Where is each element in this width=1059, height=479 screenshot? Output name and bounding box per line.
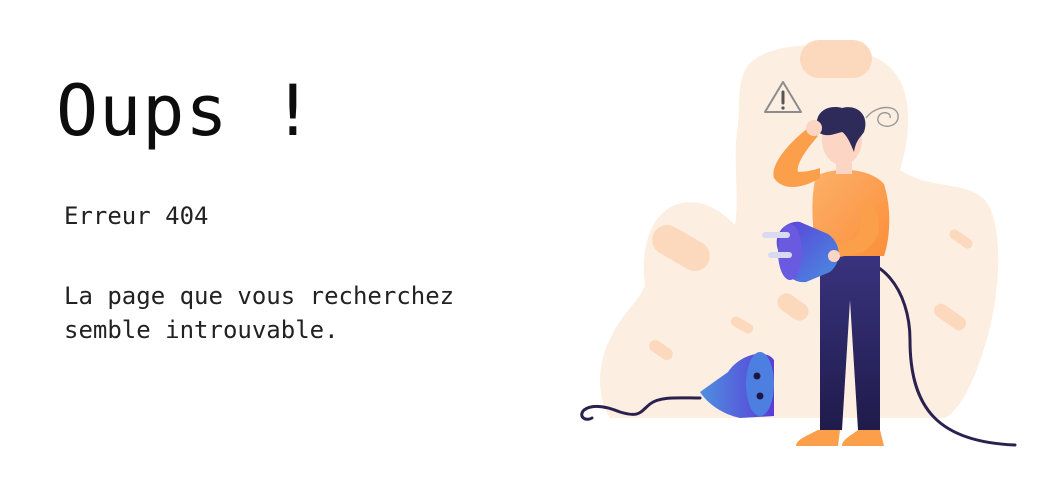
error-message-line-2: semble introuvable. — [64, 316, 339, 344]
decor-pill — [800, 40, 872, 78]
error-message: La page que vous recherchez semble intro… — [64, 279, 534, 347]
unplugged-cable-illustration — [580, 40, 1017, 447]
error-page: Oups ! Erreur 404 La page que vous reche… — [0, 0, 1059, 479]
page-title: Oups ! — [56, 70, 315, 152]
person-shoe — [842, 430, 884, 446]
person-shoe — [796, 430, 840, 446]
error-message-line-1: La page que vous recherchez — [64, 282, 455, 310]
error-code: Erreur 404 — [64, 202, 209, 230]
person-hand — [806, 120, 822, 136]
